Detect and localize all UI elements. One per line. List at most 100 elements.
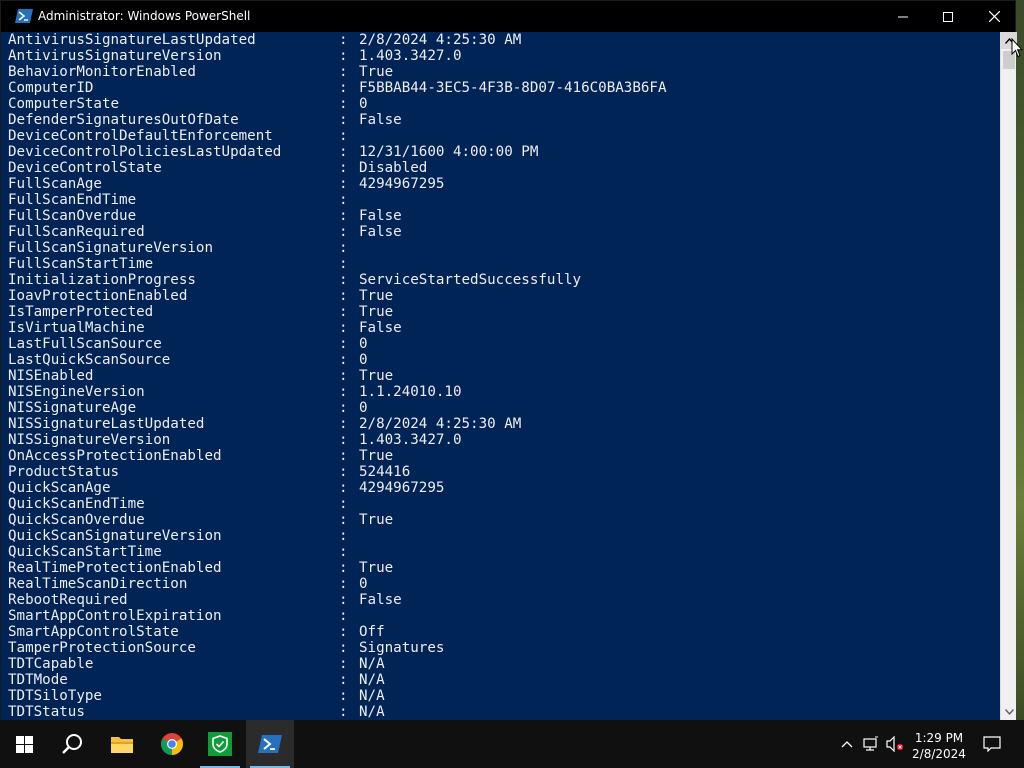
property-value: False bbox=[359, 224, 402, 240]
property-value: True bbox=[359, 448, 394, 464]
console-line: ComputerID: F5BBAB44-3EC5-4F3B-8D07-416C0… bbox=[8, 80, 667, 96]
property-separator: : bbox=[339, 288, 348, 304]
console-line: AntivirusSignatureVersion:1.403.3427.0 bbox=[8, 48, 667, 64]
console-line: TDTMode: N/A bbox=[8, 672, 667, 688]
property-name: AntivirusSignatureLastUpdated bbox=[8, 32, 256, 48]
powershell-window[interactable]: Administrator: Windows PowerShell Antivi… bbox=[0, 0, 1017, 720]
maximize-icon bbox=[943, 11, 953, 22]
console-line: FullScanEndTime: bbox=[8, 192, 667, 208]
property-name: SmartAppControlState bbox=[8, 624, 179, 640]
console-line: LastFullScanSource:0 bbox=[8, 336, 667, 352]
console-line: SmartAppControlState: Off bbox=[8, 624, 667, 640]
property-value: 1.403.3427.0 bbox=[359, 48, 462, 64]
property-name: QuickScanSignatureVersion bbox=[8, 528, 222, 544]
network-icon bbox=[863, 736, 878, 751]
title-bar[interactable]: Administrator: Windows PowerShell bbox=[1, 1, 1015, 32]
console-line: NISEngineVersion:1.1.24010.10 bbox=[8, 384, 667, 400]
console-line: DeviceControlPoliciesLastUpdated:12/31/1… bbox=[8, 144, 667, 160]
minimize-button[interactable] bbox=[880, 1, 926, 32]
start-button[interactable] bbox=[0, 720, 48, 768]
property-name: NISEnabled bbox=[8, 368, 94, 384]
property-separator: : bbox=[339, 576, 348, 592]
property-separator: : bbox=[339, 608, 348, 624]
close-icon bbox=[988, 11, 1000, 22]
property-value: 0 bbox=[359, 576, 368, 592]
action-center-button[interactable] bbox=[978, 720, 1006, 768]
property-separator: : bbox=[339, 48, 348, 64]
property-value: 12/31/1600 4:00:00 PM bbox=[359, 144, 539, 160]
property-name: RebootRequired bbox=[8, 592, 128, 608]
powershell-taskbar-button[interactable] bbox=[246, 720, 294, 768]
property-name: DeviceControlDefaultEnforcement bbox=[8, 128, 273, 144]
property-separator: : bbox=[339, 624, 348, 640]
property-separator: : bbox=[339, 112, 348, 128]
property-name: NISSignatureVersion bbox=[8, 432, 171, 448]
network-button[interactable] bbox=[860, 720, 882, 768]
property-separator: : bbox=[339, 528, 348, 544]
property-separator: : bbox=[339, 512, 348, 528]
console-line: BehaviorMonitorEnabled: True bbox=[8, 64, 667, 80]
console-line: TDTStatus: N/A bbox=[8, 704, 667, 720]
close-button[interactable] bbox=[971, 1, 1017, 32]
property-value: Signatures bbox=[359, 640, 445, 656]
console-output[interactable]: AntivirusSignatureLastUpdated:2/8/2024 4… bbox=[2, 32, 1000, 720]
clock[interactable]: 1:29 PM 2/8/2024 bbox=[900, 730, 978, 762]
console-line: NISEnabled: True bbox=[8, 368, 667, 384]
chrome-button[interactable] bbox=[148, 720, 196, 768]
property-name: TDTMode bbox=[8, 672, 68, 688]
console-line: FullScanOverdue: False bbox=[8, 208, 667, 224]
clock-time: 1:29 PM bbox=[914, 731, 964, 745]
console-line: NISSignatureAge:0 bbox=[8, 400, 667, 416]
property-value: True bbox=[359, 368, 394, 384]
console-line: AntivirusSignatureLastUpdated:2/8/2024 4… bbox=[8, 32, 667, 48]
property-name: OnAccessProtectionEnabled bbox=[8, 448, 222, 464]
property-value: Off bbox=[359, 624, 385, 640]
search-button[interactable] bbox=[48, 720, 96, 768]
console-line: QuickScanStartTime: bbox=[8, 544, 667, 560]
property-value: 1.1.24010.10 bbox=[359, 384, 462, 400]
property-name: NISEngineVersion bbox=[8, 384, 145, 400]
property-separator: : bbox=[339, 432, 348, 448]
powershell-icon bbox=[15, 9, 33, 23]
property-value: 2/8/2024 4:25:30 AM bbox=[359, 416, 522, 432]
property-value: N/A bbox=[359, 672, 385, 688]
property-separator: : bbox=[339, 496, 348, 512]
property-separator: : bbox=[339, 704, 348, 720]
console-line: FullScanStartTime: bbox=[8, 256, 667, 272]
property-name: NISSignatureLastUpdated bbox=[8, 416, 205, 432]
console-line: LastQuickScanSource:0 bbox=[8, 352, 667, 368]
property-separator: : bbox=[339, 176, 348, 192]
property-separator: : bbox=[339, 160, 348, 176]
property-name: BehaviorMonitorEnabled bbox=[8, 64, 196, 80]
file-explorer-button[interactable] bbox=[98, 720, 146, 768]
property-value: 1.403.3427.0 bbox=[359, 432, 462, 448]
property-value: 2/8/2024 4:25:30 AM bbox=[359, 32, 522, 48]
property-separator: : bbox=[339, 96, 348, 112]
console-line: RebootRequired: False bbox=[8, 592, 667, 608]
console-line: QuickScanOverdue: True bbox=[8, 512, 667, 528]
console-line: TamperProtectionSource: Signatures bbox=[8, 640, 667, 656]
property-separator: : bbox=[339, 304, 348, 320]
property-value: 4294967295 bbox=[359, 480, 445, 496]
property-value: 0 bbox=[359, 336, 368, 352]
console-line: ProductStatus:524416 bbox=[8, 464, 667, 480]
scroll-down-button[interactable] bbox=[1001, 703, 1017, 720]
windows-security-button[interactable] bbox=[196, 720, 244, 768]
property-separator: : bbox=[339, 336, 348, 352]
property-separator: : bbox=[339, 656, 348, 672]
maximize-button[interactable] bbox=[925, 1, 971, 32]
mouse-cursor-icon bbox=[1011, 38, 1023, 58]
console-line: NISSignatureVersion:1.403.3427.0 bbox=[8, 432, 667, 448]
property-name: RealTimeScanDirection bbox=[8, 576, 188, 592]
shield-check-icon bbox=[212, 735, 228, 753]
property-separator: : bbox=[339, 480, 348, 496]
property-separator: : bbox=[339, 400, 348, 416]
property-name: QuickScanStartTime bbox=[8, 544, 162, 560]
vertical-scrollbar[interactable] bbox=[1000, 32, 1017, 720]
console-line: TDTCapable: N/A bbox=[8, 656, 667, 672]
property-separator: : bbox=[339, 352, 348, 368]
property-value: N/A bbox=[359, 704, 385, 720]
property-separator: : bbox=[339, 544, 348, 560]
show-hidden-icons-button[interactable] bbox=[836, 720, 858, 768]
property-value: ServiceStartedSuccessfully bbox=[359, 272, 582, 288]
